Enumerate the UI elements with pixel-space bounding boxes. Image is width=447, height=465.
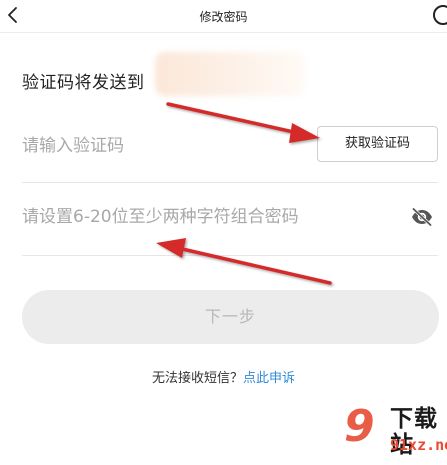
cannot-receive-sms-text: 无法接收短信？ <box>151 371 243 386</box>
page-title: 修改密码 <box>199 10 248 24</box>
top-bar: 修改密码 <box>0 0 447 33</box>
change-password-screen: 修改密码 验证码将发送到 获取验证码 下一步 无法接收短信？点此申诉 <box>0 0 447 465</box>
new-password-input[interactable] <box>22 203 392 231</box>
watermark-number: 9 <box>344 401 375 452</box>
verification-code-input[interactable] <box>22 132 302 160</box>
new-password-row <box>22 183 438 256</box>
verification-code-row: 获取验证码 <box>22 110 438 183</box>
help-circle-icon[interactable] <box>433 5 447 25</box>
send-hint-text: 验证码将发送到 <box>22 73 145 93</box>
get-code-button[interactable]: 获取验证码 <box>317 126 438 162</box>
watermark-logo: 9 下载站 91xz.net <box>344 400 447 465</box>
appeal-link[interactable]: 点此申诉 <box>243 371 295 386</box>
watermark-domain: 91xz.net <box>390 436 447 454</box>
cannot-receive-sms-line: 无法接收短信？点此申诉 <box>0 367 447 386</box>
password-visibility-toggle[interactable] <box>410 207 434 227</box>
eye-off-icon <box>412 207 432 227</box>
next-step-button[interactable]: 下一步 <box>22 290 439 344</box>
masked-phone-number <box>155 52 305 96</box>
